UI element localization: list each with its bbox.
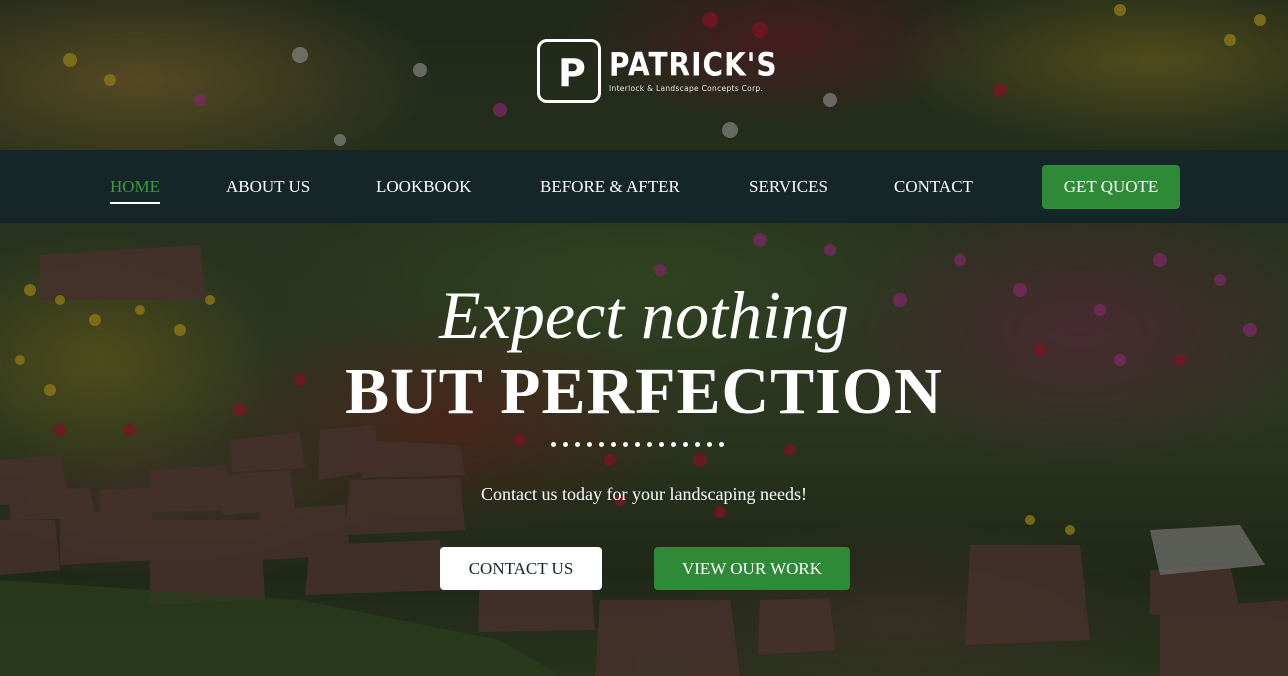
logo-mark-icon: P: [537, 39, 601, 103]
main-navigation: HOME ABOUT US LOOKBOOK BEFORE & AFTER SE…: [0, 150, 1288, 223]
brand-name: PATRICK'S: [609, 44, 778, 83]
landing-page: P PATRICK'S Interlock & Landscape Concep…: [0, 0, 1288, 676]
contact-us-button[interactable]: CONTACT US: [440, 547, 602, 590]
nav-item-home[interactable]: HOME: [110, 177, 161, 204]
brand-tagline: Interlock & Landscape Concepts Corp.: [609, 83, 764, 93]
nav-item-services[interactable]: SERVICES: [749, 177, 828, 197]
active-underline: [110, 202, 161, 204]
nav-item-before-after[interactable]: BEFORE & AFTER: [540, 177, 680, 197]
nav-item-lookbook[interactable]: LOOKBOOK: [376, 177, 471, 197]
hero-title: BUT PERFECTION: [345, 355, 943, 428]
view-our-work-button[interactable]: VIEW OUR WORK: [654, 547, 850, 590]
logo-letter: P: [558, 51, 586, 95]
nav-item-contact[interactable]: CONTACT: [894, 177, 973, 197]
nav-item-label: HOME: [110, 177, 161, 196]
get-quote-button[interactable]: GET QUOTE: [1042, 165, 1180, 209]
nav-item-about-us[interactable]: ABOUT US: [226, 177, 310, 197]
dotted-divider: [551, 442, 724, 447]
logo-text: PATRICK'S Interlock & Landscape Concepts…: [609, 44, 778, 93]
hero-subtitle: Contact us today for your landscaping ne…: [481, 484, 807, 504]
brand-logo[interactable]: P PATRICK'S Interlock & Landscape Concep…: [537, 36, 778, 106]
hero-script-line: Expect nothing: [439, 277, 849, 353]
